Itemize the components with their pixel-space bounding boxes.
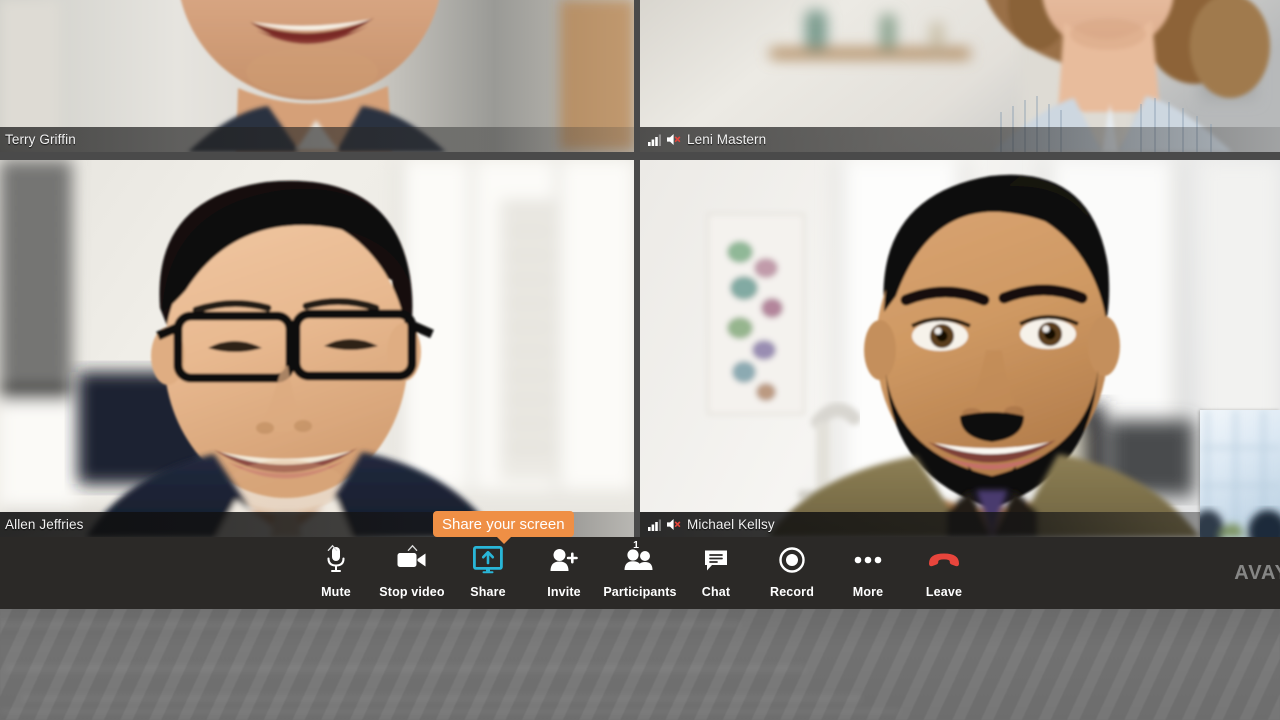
participants-count-badge: 1 <box>633 539 639 551</box>
stop-video-button[interactable]: Stop video <box>374 543 450 599</box>
chevron-up-icon[interactable] <box>327 543 338 554</box>
share-screen-tooltip: Share your screen <box>433 511 574 544</box>
record-button[interactable]: Record <box>754 545 830 599</box>
background-surface <box>0 609 1280 720</box>
invite-button[interactable]: Invite <box>526 545 602 599</box>
chat-button[interactable]: Chat <box>678 545 754 599</box>
meeting-toolbar: Mute Stop video Share Invite 1 Participa… <box>0 537 1280 609</box>
video-camera-icon <box>397 543 427 575</box>
phone-hangup-icon <box>926 545 962 575</box>
ellipsis-icon <box>854 545 882 575</box>
person-add-icon <box>550 545 578 575</box>
chevron-up-icon[interactable] <box>407 543 418 554</box>
avaya-logo: AVAY <box>1234 562 1280 584</box>
video-tile-michael-kellsy[interactable]: Michael Kellsy <box>640 160 1280 537</box>
record-label: Record <box>770 585 814 599</box>
participants-button[interactable]: 1 Participants <box>602 540 678 599</box>
mute-label: Mute <box>321 585 351 599</box>
chat-bubble-icon <box>704 545 728 575</box>
mute-button[interactable]: Mute <box>298 543 374 599</box>
video-tile-leni-mastern[interactable]: Leni Mastern <box>640 0 1280 152</box>
video-feed <box>0 0 634 152</box>
video-tile-terry-griffin[interactable]: Terry Griffin <box>0 0 634 152</box>
chat-label: Chat <box>701 585 731 599</box>
screen-share-icon <box>473 545 503 575</box>
self-view-pip[interactable] <box>1200 410 1280 537</box>
more-button[interactable]: More <box>830 545 906 599</box>
people-icon: 1 <box>624 540 656 575</box>
record-circle-icon <box>779 545 805 575</box>
leave-label: Leave <box>925 585 963 599</box>
video-feed <box>640 0 1280 152</box>
invite-label: Invite <box>547 585 581 599</box>
video-tile-allen-jeffries[interactable]: Allen Jeffries <box>0 160 634 537</box>
more-label: More <box>852 585 884 599</box>
share-label: Share <box>470 585 506 599</box>
participants-label: Participants <box>603 585 677 599</box>
video-grid: Terry Griffin Leni Mastern Allen Jeffrie… <box>0 0 1280 537</box>
video-feed <box>0 160 634 537</box>
stop-video-label: Stop video <box>379 585 445 599</box>
video-feed <box>640 160 1280 537</box>
microphone-icon <box>325 543 347 575</box>
leave-button[interactable]: Leave <box>906 545 982 599</box>
video-conference-window: Terry Griffin Leni Mastern Allen Jeffrie… <box>0 0 1280 720</box>
share-button[interactable]: Share <box>450 545 526 599</box>
tooltip-text: Share your screen <box>442 515 565 533</box>
